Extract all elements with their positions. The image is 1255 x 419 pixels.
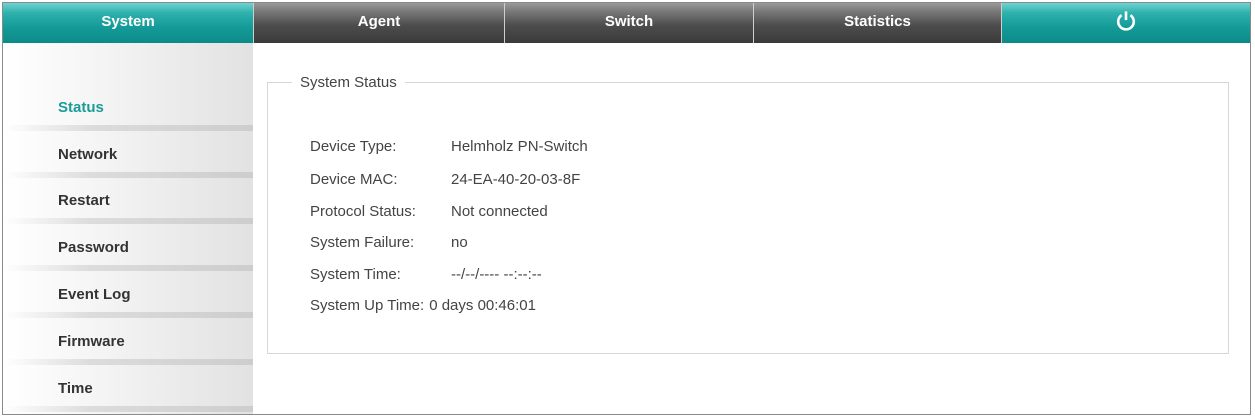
sidebar-item-event-log[interactable]: Event Log	[3, 279, 253, 309]
sidebar-item-time[interactable]: Time	[3, 373, 253, 403]
sidebar-item-password[interactable]: Password	[3, 232, 253, 262]
sidebar-item-label: Firmware	[58, 332, 125, 350]
tab-statistics-label: Statistics	[844, 12, 911, 30]
app-frame: System Agent Switch Statistics Status Ne…	[2, 2, 1251, 415]
sidebar-item-label: Restart	[58, 191, 110, 209]
system-time-value: --/--/---- --:--:--	[451, 265, 542, 283]
tab-system[interactable]: System	[3, 3, 253, 43]
device-mac-row: Device MAC: 24-EA-40-20-03-8F	[310, 168, 580, 190]
system-up-time-value: 0 days 00:46:01	[429, 296, 536, 314]
device-type-row: Device Type: Helmholz PN-Switch	[310, 135, 588, 157]
sidebar-item-label: Password	[58, 238, 129, 256]
system-failure-row: System Failure: no	[310, 231, 468, 253]
system-failure-value: no	[451, 233, 468, 251]
tab-statistics[interactable]: Statistics	[753, 3, 1001, 43]
device-type-value: Helmholz PN-Switch	[451, 137, 588, 155]
device-mac-value: 24-EA-40-20-03-8F	[451, 170, 581, 188]
tab-system-label: System	[101, 12, 155, 30]
sidebar-item-status[interactable]: Status	[3, 92, 253, 122]
device-mac-label: Device MAC:	[310, 170, 398, 188]
sidebar-divider	[3, 312, 253, 318]
device-type-label: Device Type:	[310, 137, 397, 155]
system-up-time-label: System Up Time:	[310, 296, 425, 314]
sidebar: Status Network Restart Password Event Lo…	[3, 43, 253, 414]
protocol-status-label: Protocol Status:	[310, 202, 416, 220]
sidebar-divider	[3, 359, 253, 365]
power-button[interactable]	[1001, 3, 1250, 43]
power-icon	[1116, 11, 1136, 31]
system-failure-label: System Failure:	[310, 233, 415, 251]
tab-agent[interactable]: Agent	[253, 3, 504, 43]
sidebar-item-firmware[interactable]: Firmware	[3, 326, 253, 356]
top-navigation: System Agent Switch Statistics	[3, 3, 1250, 43]
system-status-panel: System Status Device Type: Helmholz PN-S…	[267, 73, 1229, 354]
protocol-status-row: Protocol Status: Not connected	[310, 200, 548, 222]
sidebar-item-label: Status	[58, 98, 104, 116]
tab-agent-label: Agent	[357, 12, 401, 30]
protocol-status-value: Not connected	[451, 202, 548, 220]
system-time-label: System Time:	[310, 265, 401, 283]
sidebar-divider	[3, 406, 253, 412]
sidebar-item-label: Event Log	[58, 285, 131, 303]
tab-switch[interactable]: Switch	[504, 3, 753, 43]
panel-title: System Status	[292, 73, 405, 93]
sidebar-divider	[3, 172, 253, 178]
sidebar-divider	[3, 125, 253, 131]
sidebar-item-label: Time	[58, 379, 93, 397]
sidebar-divider	[3, 218, 253, 224]
sidebar-item-network[interactable]: Network	[3, 139, 253, 169]
sidebar-item-label: Network	[58, 145, 118, 163]
system-time-row: System Time: --/--/---- --:--:--	[310, 263, 542, 285]
sidebar-item-restart[interactable]: Restart	[3, 185, 253, 215]
system-up-time-row: System Up Time: 0 days 00:46:01	[310, 294, 536, 316]
tab-switch-label: Switch	[604, 12, 654, 30]
sidebar-divider	[3, 265, 253, 271]
